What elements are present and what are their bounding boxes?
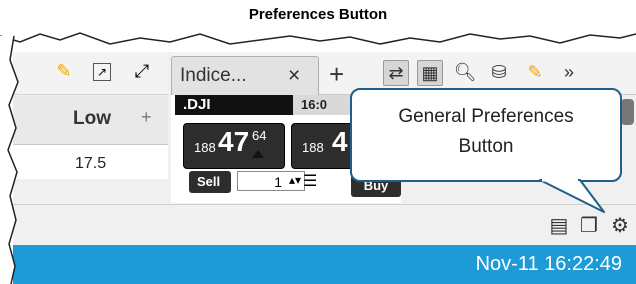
tab-label: Indice... [180,65,247,86]
pencil-icon[interactable]: ✎ [53,60,75,82]
column-header-low[interactable]: Low [73,108,111,130]
grid-icon[interactable]: ▦ [417,60,443,86]
column-header: Low + [13,96,168,145]
tab-indices[interactable]: Indice... × [171,56,319,95]
left-toolbar: ✎ ↗ ⤢ [13,50,168,95]
bottom-toolbar: ▤ ❐ ⚙ [13,205,636,245]
chevrons-right-icon[interactable]: » [557,60,581,84]
bid-decimal: 64 [252,128,267,143]
up-arrow-icon [252,150,264,158]
search-plus-icon[interactable]: 🔍︎ [453,60,477,84]
callout-box: General Preferences Button [350,88,622,182]
status-bar: Nov-11 16:22:49 [13,245,636,284]
popout-icon[interactable]: ↗ [93,63,111,81]
bid-prefix: 188 [194,140,216,155]
bid-main: 47 [218,126,250,157]
ticker-symbol: .DJI [183,96,211,113]
callout-line-2: Button [458,136,514,157]
copy-icon[interactable]: ❐ [578,215,600,237]
low-value: 17.5 [75,155,107,172]
status-datetime: Nov-11 16:22:49 [475,253,622,275]
pencil-icon[interactable]: ✎ [523,60,547,84]
ask-main: 4 [332,126,348,157]
expand-icon[interactable]: ⤢ [131,60,153,82]
database-plus-icon[interactable]: ⛁ [487,60,511,84]
page-title: Preferences Button [248,6,388,23]
add-column-button[interactable]: + [141,107,152,128]
table-row[interactable]: 17.5 [13,145,168,179]
callout-line-1: General Preferences [398,106,574,127]
quantity-stepper-icon[interactable]: ▴▾ [289,173,301,187]
link-icon[interactable]: ⇄ [383,60,409,86]
scrollbar[interactable] [621,99,634,125]
bid-quote[interactable]: 188 47 64 [183,123,285,169]
close-icon[interactable]: × [288,64,300,88]
add-tab-button[interactable]: + [329,59,344,90]
gear-icon[interactable]: ⚙ [609,215,631,237]
menu-icon[interactable]: ☰ [303,171,317,191]
ask-prefix: 188 [302,140,324,155]
sell-button[interactable]: Sell [189,171,231,193]
layout-icon[interactable]: ▤ [548,215,570,237]
callout-text: General Preferences Button [352,102,620,162]
